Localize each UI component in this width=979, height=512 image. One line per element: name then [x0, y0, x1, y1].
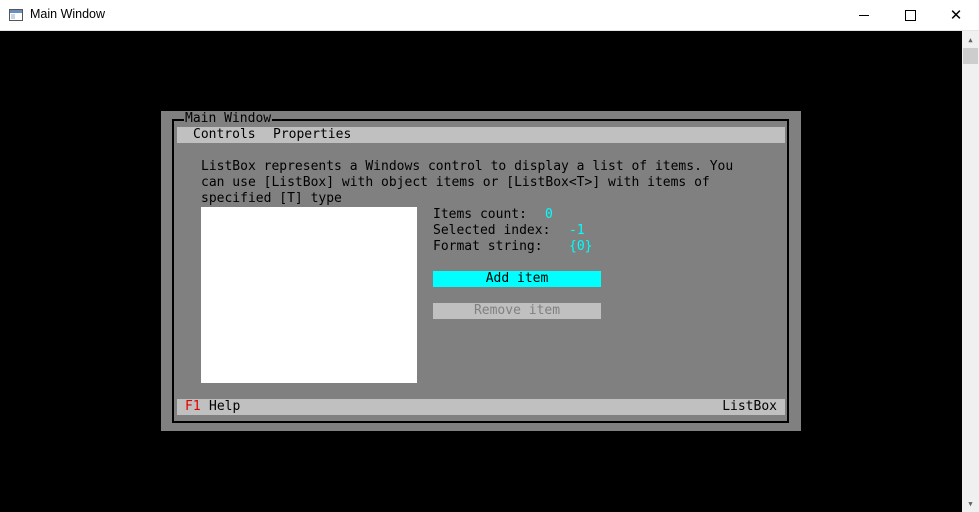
help-label[interactable]: Help [209, 399, 240, 415]
close-button[interactable]: ✕ [933, 0, 979, 31]
add-item-button[interactable]: Add item [433, 271, 601, 287]
window-title: Main Window [30, 7, 106, 21]
menu-item-controls[interactable]: Controls [193, 127, 256, 143]
app-icon [9, 9, 23, 21]
help-hotkey[interactable]: F1 [185, 399, 201, 415]
scroll-down-arrow-icon[interactable]: ▼ [962, 495, 979, 512]
format-string-label: Format string: [433, 239, 543, 254]
tui-window-title: Main Window [184, 111, 273, 127]
format-string-value: {0} [569, 239, 593, 254]
vertical-scrollbar[interactable]: ▲ ▼ [962, 31, 979, 512]
menu-item-properties[interactable]: Properties [273, 127, 351, 143]
close-icon: ✕ [949, 6, 963, 24]
maximize-icon [904, 10, 916, 21]
menu-bar: Controls Properties [177, 127, 785, 143]
remove-item-button[interactable]: Remove item [433, 303, 601, 319]
minimize-button[interactable] [841, 0, 887, 31]
items-count-label: Items count: [433, 207, 527, 222]
items-count-value: 0 [545, 207, 553, 222]
selected-index-value: -1 [569, 223, 585, 238]
listbox[interactable] [201, 207, 417, 383]
listbox-description: ListBox represents a Windows control to … [201, 159, 734, 206]
tui-window: Main Window Controls Properties ListBox … [161, 111, 801, 431]
minimize-icon [859, 15, 869, 16]
maximize-button[interactable] [887, 0, 933, 31]
status-bar: F1 Help ListBox [177, 399, 785, 415]
status-control-name: ListBox [722, 399, 777, 414]
scroll-up-arrow-icon[interactable]: ▲ [962, 31, 979, 48]
scroll-thumb[interactable] [963, 48, 978, 64]
window-title-bar[interactable]: Main Window ✕ [0, 0, 979, 31]
selected-index-label: Selected index: [433, 223, 551, 238]
